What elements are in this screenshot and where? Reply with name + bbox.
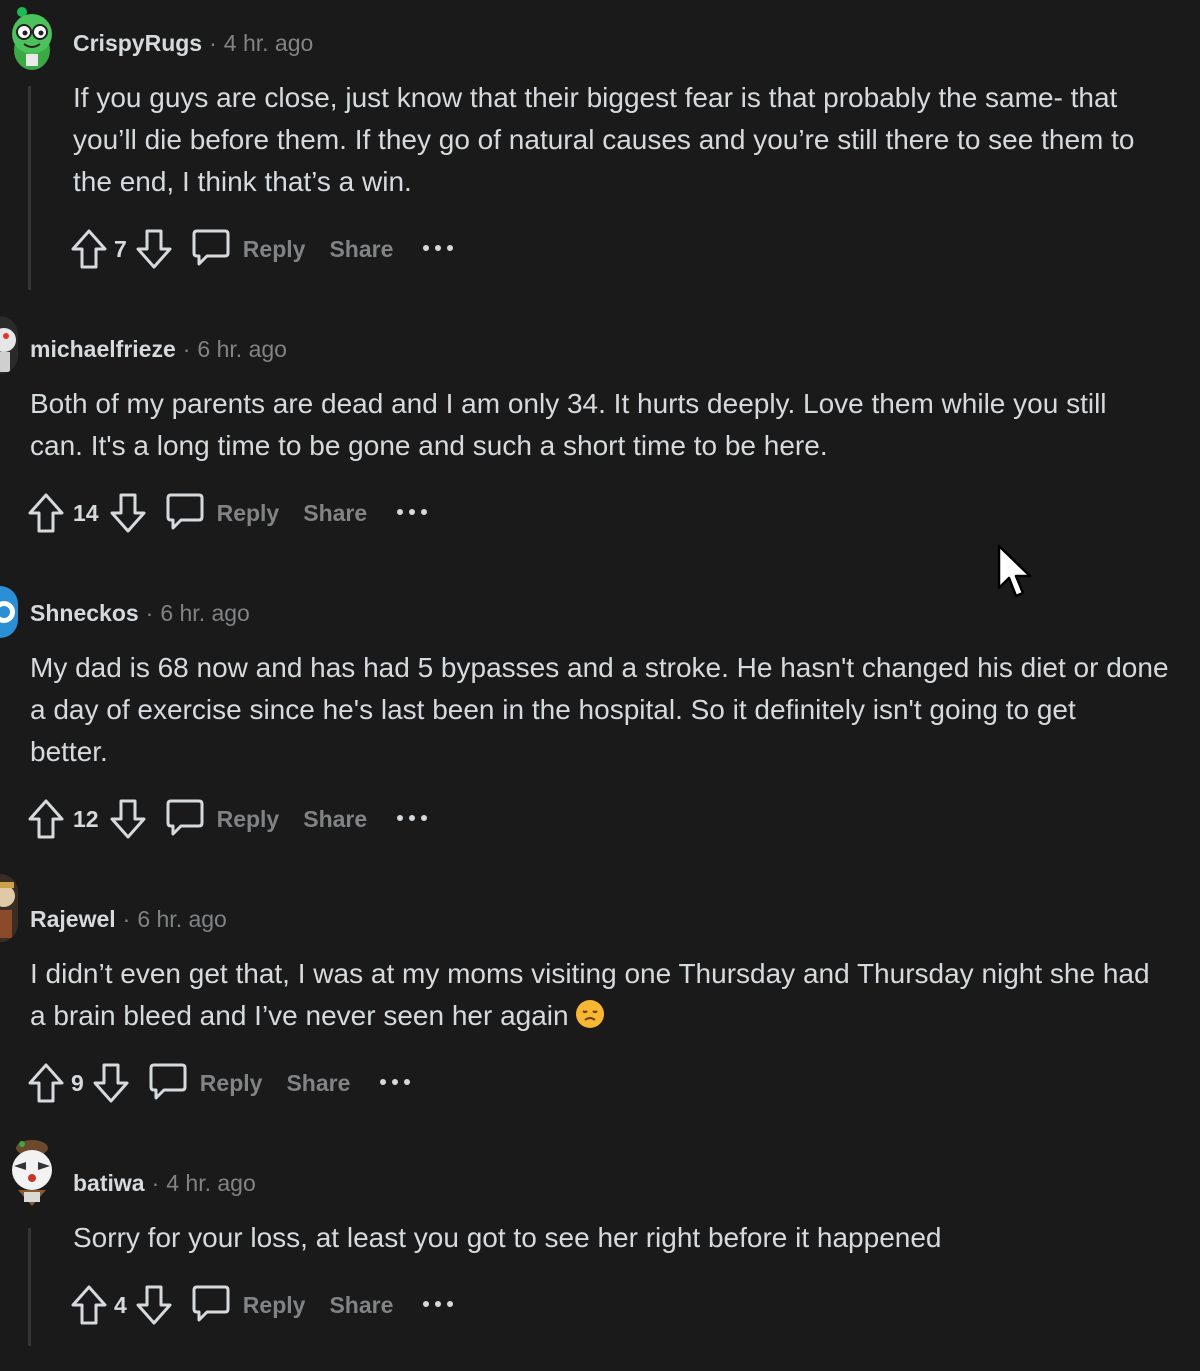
comment-actions: 7 Reply Share <box>70 227 455 271</box>
downvote-arrow-icon[interactable] <box>92 1062 130 1104</box>
comment-body: My dad is 68 now and has had 5 bypasses … <box>30 647 1200 773</box>
share-button[interactable]: Share <box>286 1070 350 1097</box>
reply-button[interactable]: Reply <box>148 1061 263 1106</box>
comment-body: Both of my parents are dead and I am onl… <box>30 383 1200 467</box>
share-button[interactable]: Share <box>303 806 367 833</box>
comment-actions: 14 Reply Share <box>27 491 429 535</box>
timestamp[interactable]: 4 hr. ago <box>166 1170 256 1197</box>
reply-label: Reply <box>242 1291 306 1318</box>
avatar[interactable] <box>0 874 18 942</box>
mouse-pointer-icon <box>996 544 1036 605</box>
downvote-arrow-icon[interactable] <box>135 1284 173 1326</box>
comment-meta: Shneckos · 6 hr. ago <box>30 600 250 627</box>
comment-text-line: can. It's a long time to be gone and suc… <box>30 430 828 461</box>
reply-button[interactable]: Reply <box>165 491 280 536</box>
reply-button[interactable]: Reply <box>191 1283 306 1328</box>
more-options-icon[interactable] <box>421 240 455 258</box>
downvote-arrow-icon[interactable] <box>135 228 173 270</box>
username[interactable]: Shneckos <box>30 600 139 627</box>
timestamp[interactable]: 6 hr. ago <box>137 906 227 933</box>
more-options-icon[interactable] <box>395 504 429 522</box>
username[interactable]: CrispyRugs <box>73 30 202 57</box>
comment-text-line: a day of exercise since he's last been i… <box>30 694 1076 725</box>
comment-actions: 12 Reply Share <box>27 797 429 841</box>
thread-line[interactable] <box>28 1228 31 1346</box>
comment-meta: Rajewel · 6 hr. ago <box>30 906 227 933</box>
timestamp[interactable]: 6 hr. ago <box>160 600 250 627</box>
comment-body: Sorry for your loss, at least you got to… <box>73 1217 1200 1259</box>
comment-body: If you guys are close, just know that th… <box>73 77 1200 203</box>
username[interactable]: batiwa <box>73 1170 145 1197</box>
reply-label: Reply <box>242 235 306 262</box>
reply-label: Reply <box>216 805 280 832</box>
comment-meta: batiwa · 4 hr. ago <box>73 1170 256 1197</box>
vote-count: 9 <box>71 1069 84 1096</box>
meta-separator: · <box>182 336 191 362</box>
comment-body: I didn’t even get that, I was at my moms… <box>30 953 1200 1037</box>
upvote-arrow-icon[interactable] <box>27 1062 65 1104</box>
reply-button[interactable]: Reply <box>191 227 306 272</box>
comment-text-line: you’ll die before them. If they go of na… <box>73 124 1135 155</box>
comment-bubble-icon <box>165 491 205 536</box>
meta-separator: · <box>151 1170 160 1196</box>
comment-bubble-icon <box>191 227 231 272</box>
timestamp[interactable]: 6 hr. ago <box>197 336 287 363</box>
comment-text-line: My dad is 68 now and has had 5 bypasses … <box>30 652 1169 683</box>
comment-text-line: If you guys are close, just know that th… <box>73 82 1118 113</box>
share-button[interactable]: Share <box>329 236 393 263</box>
meta-separator: · <box>209 30 217 56</box>
more-options-icon[interactable] <box>421 1296 455 1314</box>
comment-actions: 4 Reply Share <box>70 1283 455 1327</box>
vote-count: 7 <box>114 235 127 262</box>
reply-label: Reply <box>199 1069 263 1096</box>
more-options-icon[interactable] <box>395 810 429 828</box>
meta-separator: · <box>145 600 154 626</box>
upvote-arrow-icon[interactable] <box>27 492 65 534</box>
comment-bubble-icon <box>191 1283 231 1328</box>
comment-text-line: the end, I think that’s a win. <box>73 166 412 197</box>
reply-button[interactable]: Reply <box>165 797 280 842</box>
avatar[interactable] <box>4 6 60 70</box>
thread-line[interactable] <box>28 86 31 290</box>
username[interactable]: michaelfrieze <box>30 336 176 363</box>
downvote-arrow-icon[interactable] <box>109 798 147 840</box>
comment-actions: 9 Reply Share <box>27 1061 412 1105</box>
comment-text-line: Sorry for your loss, at least you got to… <box>73 1222 942 1253</box>
upvote-arrow-icon[interactable] <box>27 798 65 840</box>
vote-count: 14 <box>73 499 99 526</box>
comment-meta: CrispyRugs · 4 hr. ago <box>73 30 313 57</box>
share-button[interactable]: Share <box>329 1292 393 1319</box>
vote-count: 4 <box>114 1291 127 1318</box>
avatar[interactable] <box>4 1136 60 1210</box>
vote-count: 12 <box>73 805 99 832</box>
avatar[interactable] <box>0 316 18 374</box>
downvote-arrow-icon[interactable] <box>109 492 147 534</box>
comment-meta: michaelfrieze · 6 hr. ago <box>30 336 287 363</box>
comment-text-line: I didn’t even get that, I was at my moms… <box>30 958 1150 989</box>
comment-thread: CrispyRugs · 4 hr. ago If you guys are c… <box>0 0 1200 1371</box>
share-button[interactable]: Share <box>303 500 367 527</box>
meta-separator: · <box>122 906 131 932</box>
comment-text-line: better. <box>30 736 108 767</box>
upvote-arrow-icon[interactable] <box>70 228 108 270</box>
username[interactable]: Rajewel <box>30 906 116 933</box>
timestamp[interactable]: 4 hr. ago <box>224 30 314 57</box>
more-options-icon[interactable] <box>378 1074 412 1092</box>
comment-text-line: a brain bleed and I’ve never seen her ag… <box>30 995 1200 1037</box>
comment-text-line: Both of my parents are dead and I am onl… <box>30 388 1107 419</box>
avatar[interactable] <box>0 586 18 638</box>
upvote-arrow-icon[interactable] <box>70 1284 108 1326</box>
comment-text-fragment: a brain bleed and I’ve never seen her ag… <box>30 1000 569 1031</box>
comment-bubble-icon <box>148 1061 188 1106</box>
disappointed-face-emoji <box>575 999 605 1029</box>
comment-bubble-icon <box>165 797 205 842</box>
reply-label: Reply <box>216 499 280 526</box>
